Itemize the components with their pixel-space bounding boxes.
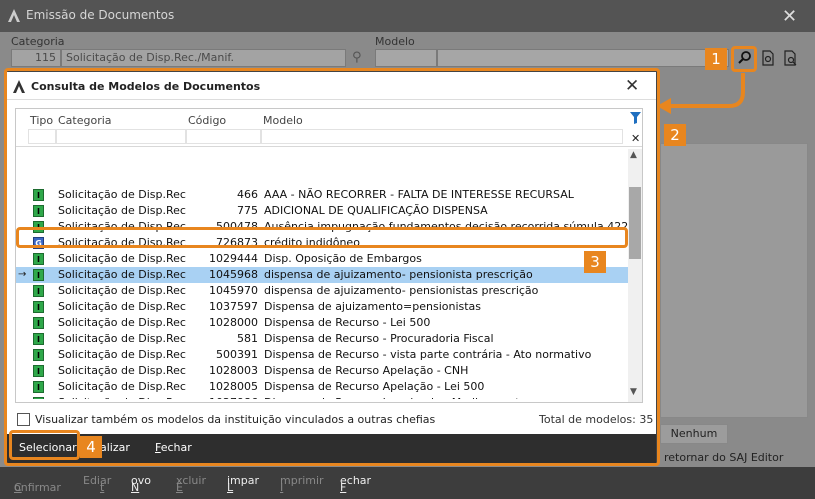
categoria-name-field[interactable]: Solicitação de Disp.Rec./Manif.	[61, 49, 346, 67]
limpar-button[interactable]: Limpar	[227, 474, 259, 494]
main-bottom-toolbar: Confirmar Edi t ar Novo Excluir Limpar Imp…	[0, 467, 815, 499]
main-close-icon[interactable]: ✕	[782, 6, 797, 27]
callout-arrow	[657, 73, 745, 114]
retornar-text: retornar do SAJ Editor	[664, 451, 784, 464]
categoria-code-field[interactable]: 115	[11, 49, 61, 67]
row-highlight	[16, 227, 628, 248]
preview-panel	[660, 143, 808, 418]
modelo-label: Modelo	[375, 35, 415, 48]
nenhum-button[interactable]: Nenhum	[660, 424, 728, 444]
badge-2: 2	[664, 124, 686, 146]
fechar-main-button[interactable]: Fechar	[340, 474, 371, 494]
categoria-label: Categoria	[11, 35, 65, 48]
badge-4: 4	[80, 436, 102, 458]
dialog-highlight	[4, 68, 660, 466]
main-window-title: Emissão de Documentos	[26, 8, 175, 22]
modelo-code-field[interactable]	[375, 49, 437, 67]
selecionar-highlight	[9, 430, 80, 460]
confirmar-rest: onfirmar	[14, 481, 61, 494]
main-titlebar: Emissão de Documentos ✕	[0, 0, 815, 32]
editar-button[interactable]: Edi t ar	[83, 474, 111, 494]
categoria-search-icon[interactable]: ⚲	[352, 50, 362, 65]
search-highlight	[731, 46, 757, 72]
document-gear-icon[interactable]	[760, 50, 776, 70]
novo-button[interactable]: Novo	[131, 474, 151, 494]
app-logo-icon	[8, 9, 20, 22]
excluir-button[interactable]: Excluir	[176, 474, 206, 494]
badge-3: 3	[584, 251, 606, 273]
imprimir-button[interactable]: Imprimir	[280, 474, 324, 494]
badge-1: 1	[705, 48, 727, 70]
modelo-name-field[interactable]	[437, 49, 729, 67]
document-search-icon[interactable]	[782, 50, 798, 70]
